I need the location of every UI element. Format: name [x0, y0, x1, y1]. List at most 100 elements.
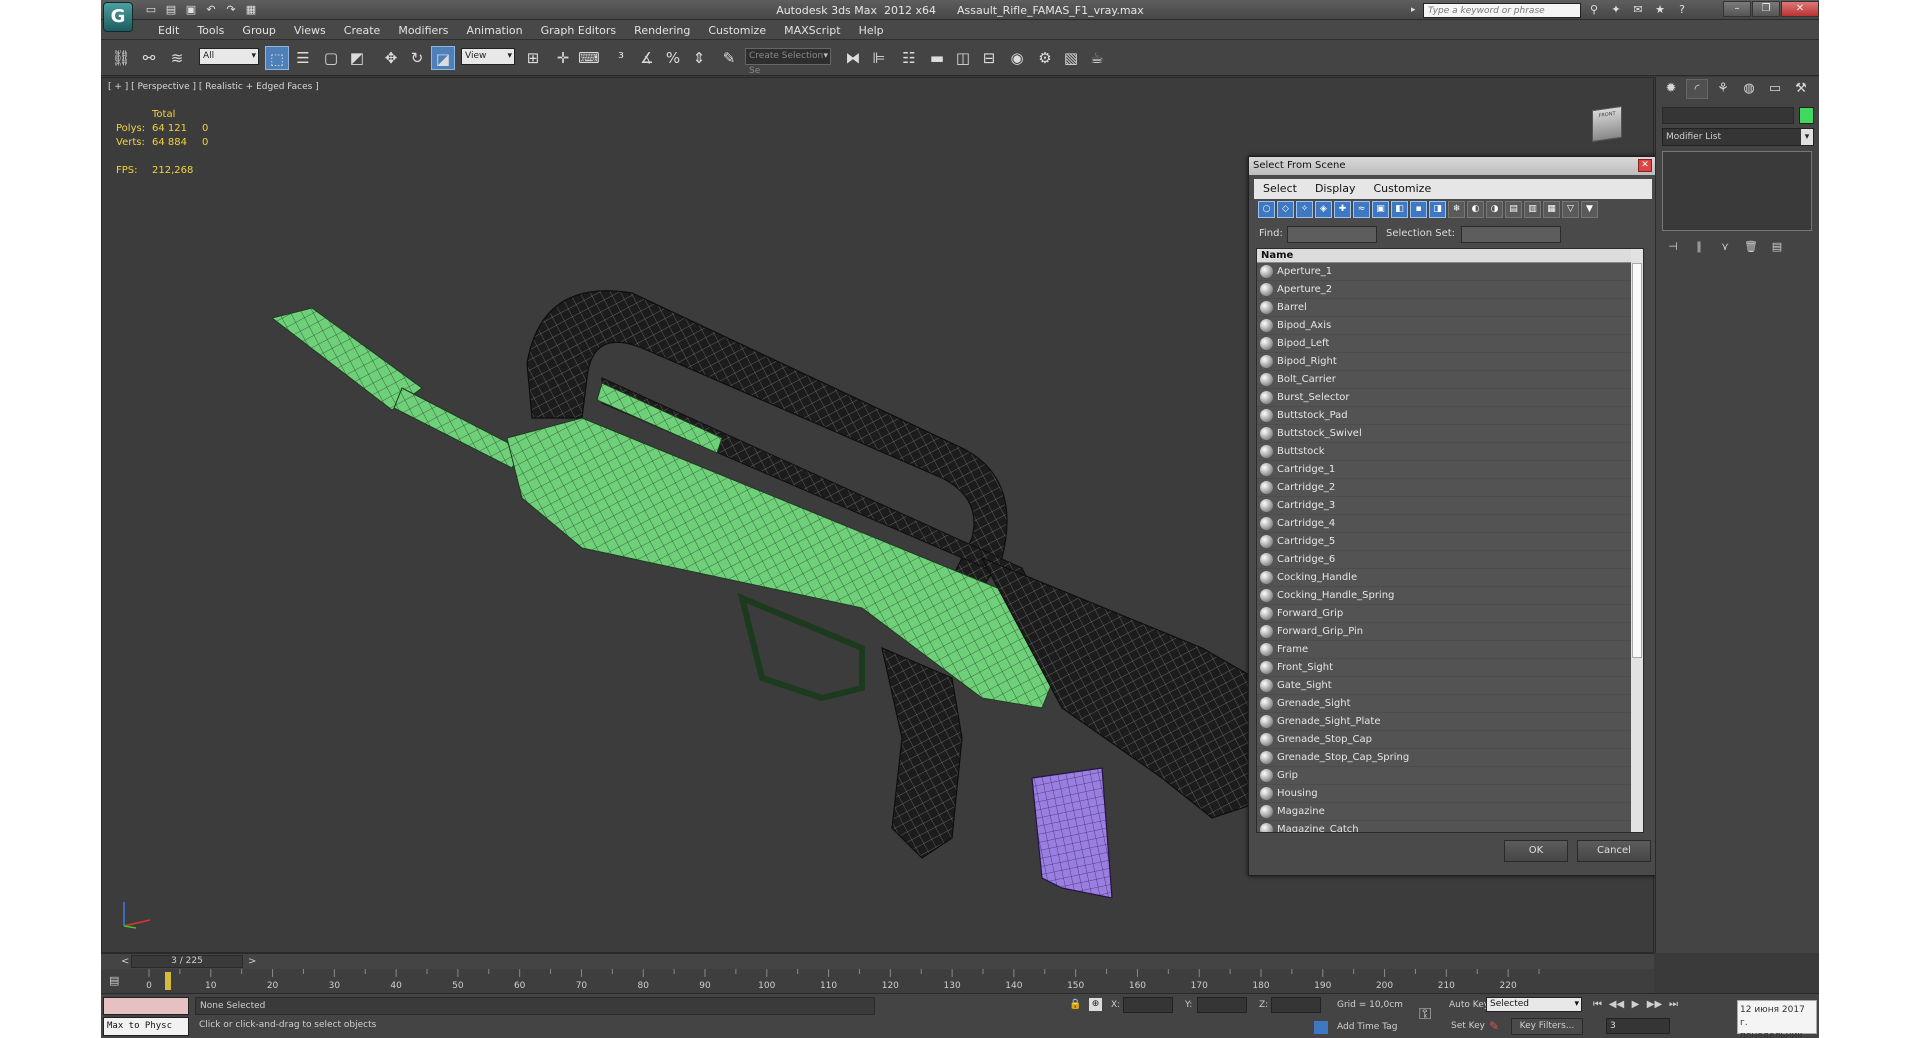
- app-logo-icon[interactable]: G: [103, 2, 133, 32]
- display-groups-icon[interactable]: ▣: [1372, 201, 1389, 218]
- select-invert-icon[interactable]: ▦: [1543, 201, 1560, 218]
- select-all-icon[interactable]: ▤: [1505, 201, 1522, 218]
- time-slider[interactable]: < 3 / 225 >: [101, 953, 1654, 969]
- ok-button[interactable]: OK: [1504, 840, 1568, 862]
- list-item[interactable]: Bolt_Carrier: [1257, 371, 1643, 389]
- edit-named-selection-icon[interactable]: ✎: [717, 46, 741, 70]
- hierarchy-tab-icon[interactable]: ⚘: [1712, 79, 1734, 99]
- list-item[interactable]: Front_Sight: [1257, 659, 1643, 677]
- list-item[interactable]: Barrel: [1257, 299, 1643, 317]
- select-manipulate-icon[interactable]: ✛: [551, 46, 575, 70]
- rendered-frame-window-icon[interactable]: ▧: [1059, 46, 1083, 70]
- menu-edit[interactable]: Edit: [149, 24, 188, 37]
- subscription-icon[interactable]: ✦: [1607, 2, 1625, 18]
- rectangular-selection-icon[interactable]: ▢: [319, 46, 343, 70]
- curve-editor-icon[interactable]: ◫: [951, 46, 975, 70]
- add-time-tag[interactable]: Add Time Tag: [1337, 1022, 1397, 1032]
- set-keys-icon[interactable]: ⚿: [1419, 1004, 1431, 1024]
- set-key-button[interactable]: Set Key: [1451, 1021, 1485, 1031]
- bind-space-warp-icon[interactable]: ≋: [165, 46, 189, 70]
- list-item[interactable]: Grenade_Sight: [1257, 695, 1643, 713]
- communication-icon[interactable]: ✉: [1629, 2, 1647, 18]
- menu-rendering[interactable]: Rendering: [625, 24, 699, 37]
- material-editor-icon[interactable]: ◉: [1005, 46, 1029, 70]
- display-containers-icon[interactable]: ◨: [1429, 201, 1446, 218]
- graphite-ribbon-icon[interactable]: ▬: [925, 46, 949, 70]
- list-item[interactable]: Aperture_2: [1257, 281, 1643, 299]
- reference-coordinate-dropdown[interactable]: View: [461, 48, 515, 65]
- menu-modifiers[interactable]: Modifiers: [389, 24, 457, 37]
- binoculars-icon[interactable]: ⚲: [1585, 2, 1603, 18]
- schematic-view-icon[interactable]: ⊟: [977, 46, 1001, 70]
- list-item[interactable]: Cocking_Handle_Spring: [1257, 587, 1643, 605]
- dialog-title[interactable]: Select From Scene: [1249, 157, 1655, 175]
- list-item[interactable]: Bipod_Left: [1257, 335, 1643, 353]
- help-icon[interactable]: ?: [1673, 2, 1691, 18]
- display-frozen-icon[interactable]: ❄: [1448, 201, 1465, 218]
- mirror-icon[interactable]: ⧓: [841, 46, 865, 70]
- pin-stack-icon[interactable]: ⊣: [1664, 239, 1682, 255]
- filter-icon[interactable]: ▽: [1562, 201, 1579, 218]
- z-coordinate-field[interactable]: [1271, 997, 1321, 1013]
- dialog-close-button[interactable]: ✕: [1638, 159, 1652, 172]
- remove-modifier-icon[interactable]: 🗑: [1742, 239, 1760, 255]
- select-none-icon[interactable]: ▥: [1524, 201, 1541, 218]
- list-item[interactable]: Bipod_Axis: [1257, 317, 1643, 335]
- list-item[interactable]: Cartridge_3: [1257, 497, 1643, 515]
- track-bar[interactable]: ▤ 0 10 20 30 40 50 60 70 80 90 100 110 120 130 140 150 1…: [101, 969, 1654, 993]
- spinner-snap-icon[interactable]: ⇕: [687, 46, 711, 70]
- favorites-star-icon[interactable]: ★: [1651, 2, 1669, 18]
- key-filters-button[interactable]: Key Filters...: [1511, 1018, 1583, 1035]
- list-item[interactable]: Magazine: [1257, 803, 1643, 821]
- select-link-icon[interactable]: ⛓: [109, 46, 133, 70]
- previous-frame-icon[interactable]: ◀◀: [1608, 997, 1625, 1012]
- dialog-menu-select[interactable]: Select: [1254, 179, 1306, 199]
- snaps-toggle-icon[interactable]: ³: [609, 46, 633, 70]
- time-slider-prev[interactable]: <: [121, 956, 129, 967]
- modifier-stack[interactable]: [1662, 151, 1812, 231]
- key-mode-dropdown[interactable]: Selected: [1486, 997, 1582, 1012]
- align-icon[interactable]: ⊫: [867, 46, 891, 70]
- layer-manager-icon[interactable]: ☷: [897, 46, 921, 70]
- render-setup-icon[interactable]: ⚙: [1033, 46, 1057, 70]
- make-unique-icon[interactable]: ⋎: [1716, 239, 1734, 255]
- time-slider-thumb[interactable]: 3 / 225: [131, 955, 243, 968]
- maxscript-listener-output[interactable]: [103, 997, 189, 1015]
- menu-help[interactable]: Help: [850, 24, 893, 37]
- scale-icon[interactable]: ◪: [431, 46, 455, 70]
- list-item[interactable]: Buttstock_Pad: [1257, 407, 1643, 425]
- motion-tab-icon[interactable]: ◍: [1738, 79, 1760, 99]
- list-item[interactable]: Buttstock: [1257, 443, 1643, 461]
- list-item[interactable]: Cartridge_5: [1257, 533, 1643, 551]
- list-item[interactable]: Cartridge_2: [1257, 479, 1643, 497]
- list-item[interactable]: Forward_Grip: [1257, 605, 1643, 623]
- display-geometry-icon[interactable]: ○: [1258, 201, 1275, 218]
- rotate-icon[interactable]: ↻: [405, 46, 429, 70]
- absolute-mode-icon[interactable]: ⊕: [1089, 998, 1102, 1011]
- menu-customize[interactable]: Customize: [699, 24, 775, 37]
- close-button[interactable]: ✕: [1781, 1, 1819, 17]
- find-input[interactable]: [1287, 226, 1377, 243]
- list-item[interactable]: Bipod_Right: [1257, 353, 1643, 371]
- object-color-swatch[interactable]: [1799, 107, 1814, 124]
- list-item[interactable]: Cartridge_4: [1257, 515, 1643, 533]
- modify-tab-icon[interactable]: ◜: [1686, 79, 1708, 99]
- display-hidden-icon[interactable]: ◐: [1467, 201, 1484, 218]
- window-crossing-icon[interactable]: ◩: [345, 46, 369, 70]
- cancel-button[interactable]: Cancel: [1577, 840, 1651, 862]
- configure-modifier-sets-icon[interactable]: ▤: [1768, 239, 1786, 255]
- menu-animation[interactable]: Animation: [458, 24, 532, 37]
- selection-lock-icon[interactable]: 🔒: [1069, 999, 1081, 1010]
- display-lights-icon[interactable]: ✧: [1296, 201, 1313, 218]
- named-selection-dropdown[interactable]: Create Selection Se: [745, 48, 831, 76]
- display-all-icon[interactable]: ◑: [1486, 201, 1503, 218]
- x-coordinate-field[interactable]: [1123, 997, 1173, 1013]
- display-cameras-icon[interactable]: ◈: [1315, 201, 1332, 218]
- list-item[interactable]: Housing: [1257, 785, 1643, 803]
- display-helpers-icon[interactable]: ✚: [1334, 201, 1351, 218]
- y-coordinate-field[interactable]: [1197, 997, 1247, 1013]
- list-item[interactable]: Cocking_Handle: [1257, 569, 1643, 587]
- list-item[interactable]: Frame: [1257, 641, 1643, 659]
- selection-filter-dropdown[interactable]: All: [199, 48, 259, 65]
- object-name-field[interactable]: [1662, 107, 1794, 124]
